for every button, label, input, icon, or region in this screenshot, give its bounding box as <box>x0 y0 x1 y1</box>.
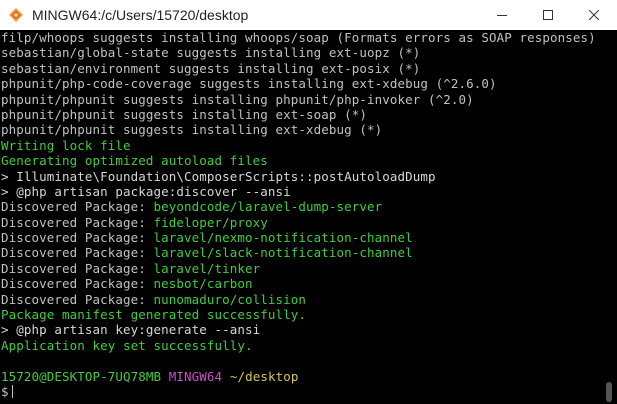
line-segment: nesbot/carbon <box>153 276 253 292</box>
mingw-app-icon <box>9 8 23 22</box>
line-segment: > @php artisan key:generate --ansi <box>1 322 261 338</box>
terminal-line: Discovered Package: nunomaduro/collision <box>1 292 601 307</box>
title-bar[interactable]: MINGW64:/c/Users/15720/desktop <box>0 0 617 30</box>
vertical-scrollbar[interactable] <box>601 30 617 404</box>
terminal-line: filp/whoops suggests installing whoops/s… <box>1 30 601 45</box>
line-segment: fideloper/proxy <box>153 214 268 230</box>
prompt-user-host: 15720@DESKTOP-7UQ78MB <box>1 368 162 384</box>
output-lines: filp/whoops suggests installing whoops/s… <box>1 30 601 369</box>
terminal-line: Discovered Package: fideloper/proxy <box>1 215 601 230</box>
line-segment: Package manifest generated successfully. <box>1 307 307 323</box>
terminal-line: phpunit/phpunit suggests installing ext-… <box>1 122 601 137</box>
terminal-line: > Illuminate\Foundation\ComposerScripts:… <box>1 169 601 184</box>
text-cursor <box>11 384 13 398</box>
line-segment: filp/whoops suggests installing whoops/s… <box>1 30 596 45</box>
line-segment: laravel/slack-notification-channel <box>153 245 413 261</box>
line-segment: Generating optimized autoload files <box>1 153 268 169</box>
terminal-line: phpunit/phpunit suggests installing phpu… <box>1 92 601 107</box>
terminal-line: Package manifest generated successfully. <box>1 307 601 322</box>
terminal-line: Generating optimized autoload files <box>1 153 601 168</box>
prompt-symbol: $ <box>1 383 9 399</box>
line-segment: Discovered Package: <box>1 276 154 292</box>
terminal-line: Writing lock file <box>1 138 601 153</box>
terminal-line: > @php artisan key:generate --ansi <box>1 322 601 337</box>
window-title: MINGW64:/c/Users/15720/desktop <box>32 7 249 23</box>
terminal-line: Discovered Package: laravel/tinker <box>1 261 601 276</box>
line-segment: Discovered Package: <box>1 199 154 215</box>
close-button[interactable] <box>571 0 617 30</box>
line-segment: phpunit/phpunit suggests installing ext-… <box>1 106 368 122</box>
terminal-output[interactable]: filp/whoops suggests installing whoops/s… <box>0 30 601 404</box>
line-segment: phpunit/phpunit suggests installing ext-… <box>1 122 383 138</box>
maximize-button[interactable] <box>525 0 571 30</box>
minimize-icon <box>497 15 507 16</box>
line-segment: laravel/nexmo-notification-channel <box>153 230 413 246</box>
prompt-line: 15720@DESKTOP-7UQ78MB MINGW64 ~/desktop <box>1 369 601 384</box>
terminal-line: sebastian/global-state suggests installi… <box>1 45 601 60</box>
line-segment: sebastian/global-state suggests installi… <box>1 45 421 61</box>
line-segment: Discovered Package: <box>1 260 154 276</box>
line-segment: laravel/tinker <box>153 260 261 276</box>
line-segment: Discovered Package: <box>1 245 154 261</box>
line-segment: phpunit/php-code-coverage suggests insta… <box>1 76 497 92</box>
line-segment: > @php artisan package:discover --ansi <box>1 183 291 199</box>
terminal-line: Discovered Package: laravel/nexmo-notifi… <box>1 230 601 245</box>
terminal-line: Discovered Package: beyondcode/laravel-d… <box>1 199 601 214</box>
terminal-line: phpunit/php-code-coverage suggests insta… <box>1 76 601 91</box>
minimize-button[interactable] <box>479 0 525 30</box>
line-segment: Discovered Package: <box>1 291 154 307</box>
terminal-line: Discovered Package: laravel/slack-notifi… <box>1 245 601 260</box>
line-segment: > Illuminate\Foundation\ComposerScripts:… <box>1 168 436 184</box>
input-line[interactable]: $ <box>1 384 601 399</box>
line-segment: nunomaduro/collision <box>153 291 307 307</box>
prompt-path: ~/desktop <box>229 368 299 384</box>
terminal-window: MINGW64:/c/Users/15720/desktop filp/whoo… <box>0 0 617 404</box>
close-icon <box>589 10 599 20</box>
terminal-line: sebastian/environment suggests installin… <box>1 61 601 76</box>
line-segment: Application key set successfully. <box>1 337 253 353</box>
line-segment: phpunit/phpunit suggests installing phpu… <box>1 91 474 107</box>
terminal-line: > @php artisan package:discover --ansi <box>1 184 601 199</box>
window-controls <box>479 0 617 30</box>
line-segment: sebastian/environment suggests installin… <box>1 60 421 76</box>
prompt-system: MINGW64 <box>168 368 223 384</box>
terminal-line: phpunit/phpunit suggests installing ext-… <box>1 107 601 122</box>
line-segment: Writing lock file <box>1 137 131 153</box>
line-segment: beyondcode/laravel-dump-server <box>153 199 383 215</box>
scrollbar-thumb[interactable] <box>606 382 612 402</box>
line-segment: Discovered Package: <box>1 214 154 230</box>
terminal-line: Application key set successfully. <box>1 338 601 353</box>
terminal-line: Discovered Package: nesbot/carbon <box>1 276 601 291</box>
maximize-icon <box>543 10 553 20</box>
line-segment: Discovered Package: <box>1 230 154 246</box>
